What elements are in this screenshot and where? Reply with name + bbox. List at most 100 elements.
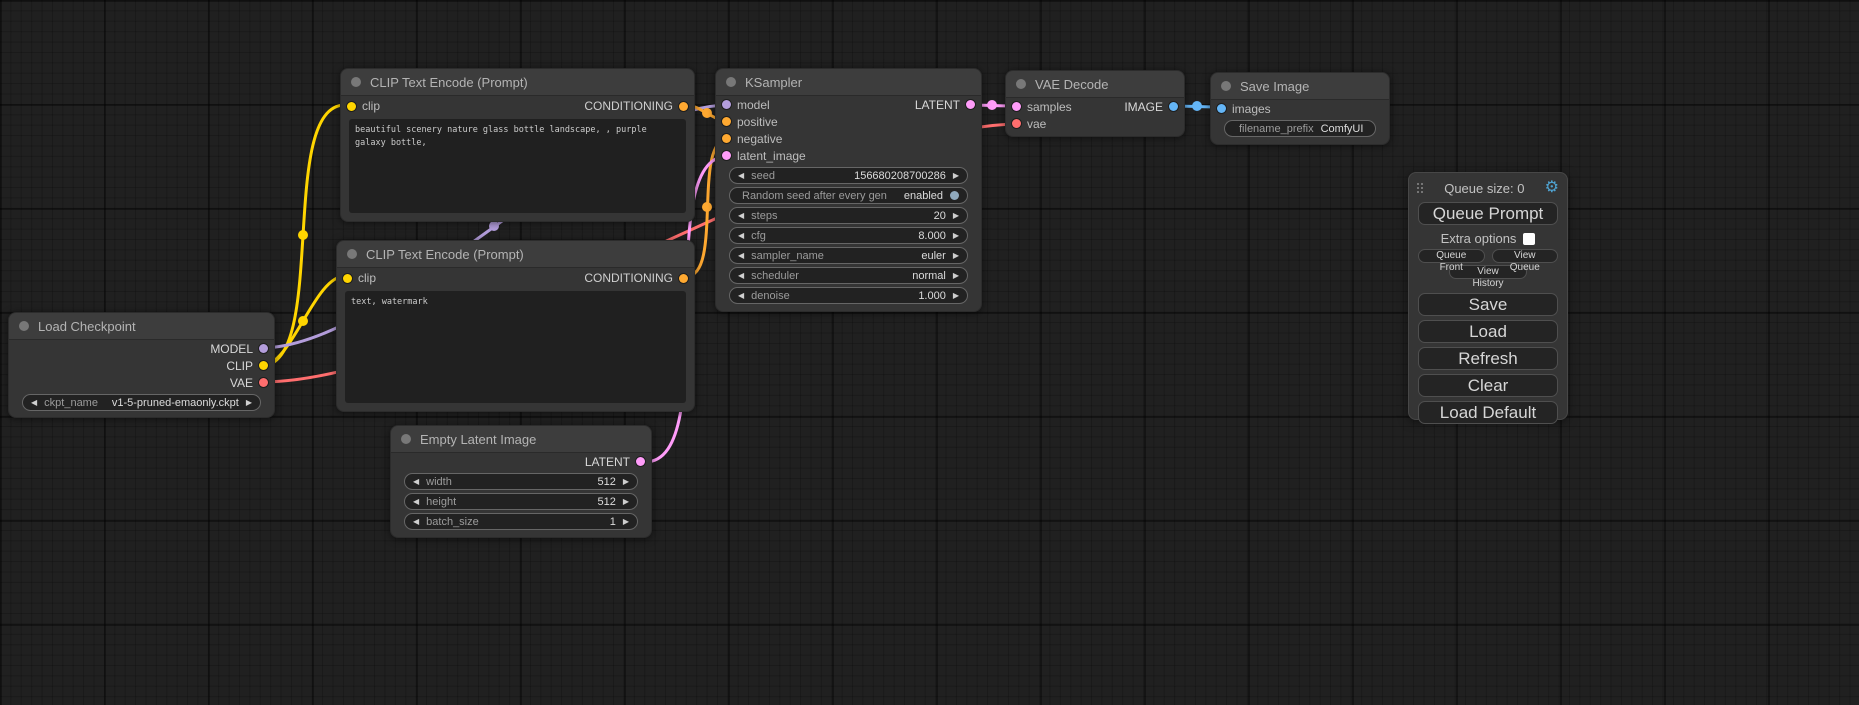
stepper-right-icon[interactable]: ▶ [623, 478, 629, 486]
height-widget[interactable]: ◀ height 512 ▶ [404, 493, 638, 510]
port-dot-model[interactable] [722, 100, 731, 109]
port-dot-clip[interactable] [259, 361, 268, 370]
node-clip-encode-positive[interactable]: CLIP Text Encode (Prompt) clip CONDITION… [340, 68, 695, 222]
seed-widget[interactable]: ◀ seed 156680208700286 ▶ [729, 167, 968, 184]
denoise-widget[interactable]: ◀ denoise 1.000 ▶ [729, 287, 968, 304]
output-latent[interactable]: LATENT [585, 455, 645, 469]
output-model[interactable]: MODEL [210, 342, 268, 356]
node-load-checkpoint[interactable]: Load Checkpoint MODEL CLIP VAE ◀ ckpt_na… [8, 312, 275, 418]
stepper-left-icon[interactable]: ◀ [738, 212, 744, 220]
input-clip[interactable]: clip [347, 99, 380, 113]
clear-button[interactable]: Clear [1418, 374, 1558, 397]
cfg-widget[interactable]: ◀ cfg 8.000 ▶ [729, 227, 968, 244]
output-vae[interactable]: VAE [230, 376, 268, 390]
prompt-textarea[interactable]: beautiful scenery nature glass bottle la… [349, 119, 686, 213]
stepper-right-icon[interactable]: ▶ [953, 252, 959, 260]
stepper-right-icon[interactable]: ▶ [953, 272, 959, 280]
extra-options-checkbox[interactable] [1523, 233, 1535, 245]
output-clip[interactable]: CLIP [226, 359, 268, 373]
stepper-left-icon[interactable]: ◀ [413, 478, 419, 486]
input-samples[interactable]: samples [1012, 100, 1072, 114]
ckpt-name-widget[interactable]: ◀ ckpt_name v1-5-pruned-emaonly.ckpt ▶ [22, 394, 261, 411]
collapse-dot-icon[interactable] [347, 249, 357, 259]
input-clip[interactable]: clip [343, 271, 376, 285]
collapse-dot-icon[interactable] [401, 434, 411, 444]
output-image[interactable]: IMAGE [1124, 100, 1178, 114]
stepper-left-icon[interactable]: ◀ [738, 172, 744, 180]
queue-front-button[interactable]: Queue Front [1418, 249, 1485, 263]
collapse-dot-icon[interactable] [1221, 81, 1231, 91]
port-dot-image[interactable] [1217, 104, 1226, 113]
node-header[interactable]: Save Image [1211, 73, 1389, 100]
stepper-right-icon[interactable]: ▶ [953, 212, 959, 220]
collapse-dot-icon[interactable] [19, 321, 29, 331]
stepper-left-icon[interactable]: ◀ [413, 518, 419, 526]
queue-prompt-button[interactable]: Queue Prompt [1418, 202, 1558, 225]
random-seed-toggle[interactable]: Random seed after every gen enabled [729, 187, 968, 204]
scheduler-widget[interactable]: ◀ scheduler normal ▶ [729, 267, 968, 284]
node-ksampler[interactable]: KSampler model LATENT positive negative … [715, 68, 982, 312]
view-queue-button[interactable]: View Queue [1492, 249, 1559, 263]
port-dot-vae[interactable] [259, 378, 268, 387]
settings-gear-icon[interactable]: ⚙ [1545, 180, 1559, 196]
load-default-button[interactable]: Load Default [1418, 401, 1558, 424]
comfy-menu-panel[interactable]: Queue size: 0 ⚙ Queue Prompt Extra optio… [1408, 172, 1568, 420]
output-conditioning[interactable]: CONDITIONING [584, 99, 688, 113]
stepper-left-icon[interactable]: ◀ [738, 232, 744, 240]
stepper-left-icon[interactable]: ◀ [738, 252, 744, 260]
port-dot-vae[interactable] [1012, 119, 1021, 128]
stepper-right-icon[interactable]: ▶ [953, 232, 959, 240]
node-vae-decode[interactable]: VAE Decode samples IMAGE vae [1005, 70, 1185, 137]
width-widget[interactable]: ◀ width 512 ▶ [404, 473, 638, 490]
node-save-image[interactable]: Save Image images filename_prefix ComfyU… [1210, 72, 1390, 145]
stepper-right-icon[interactable]: ▶ [623, 498, 629, 506]
node-header[interactable]: VAE Decode [1006, 71, 1184, 98]
port-dot-image[interactable] [1169, 102, 1178, 111]
sampler-name-widget[interactable]: ◀ sampler_name euler ▶ [729, 247, 968, 264]
port-dot-clip[interactable] [343, 274, 352, 283]
node-header[interactable]: CLIP Text Encode (Prompt) [337, 241, 694, 268]
port-dot-latent[interactable] [1012, 102, 1021, 111]
collapse-dot-icon[interactable] [351, 77, 361, 87]
port-dot-conditioning[interactable] [679, 102, 688, 111]
comfyui-canvas[interactable]: { "app": "ComfyUI node graph", "colors":… [0, 0, 1859, 705]
input-positive[interactable]: positive [722, 115, 778, 129]
node-empty-latent-image[interactable]: Empty Latent Image LATENT ◀ width 512 ▶ … [390, 425, 652, 538]
steps-widget[interactable]: ◀ steps 20 ▶ [729, 207, 968, 224]
port-dot-latent[interactable] [722, 151, 731, 160]
port-dot-conditioning[interactable] [722, 134, 731, 143]
port-dot-latent[interactable] [636, 457, 645, 466]
port-dot-latent[interactable] [966, 100, 975, 109]
input-images[interactable]: images [1217, 102, 1271, 116]
port-dot-conditioning[interactable] [679, 274, 688, 283]
input-model[interactable]: model [722, 98, 770, 112]
input-negative[interactable]: negative [722, 132, 782, 146]
input-latent-image[interactable]: latent_image [722, 149, 806, 163]
output-latent[interactable]: LATENT [915, 98, 975, 112]
filename-prefix-widget[interactable]: filename_prefix ComfyUI [1224, 120, 1376, 137]
drag-handle-icon[interactable] [1417, 183, 1424, 194]
stepper-right-icon[interactable]: ▶ [953, 172, 959, 180]
batch-size-widget[interactable]: ◀ batch_size 1 ▶ [404, 513, 638, 530]
save-button[interactable]: Save [1418, 293, 1558, 316]
refresh-button[interactable]: Refresh [1418, 347, 1558, 370]
stepper-right-icon[interactable]: ▶ [246, 399, 252, 407]
load-button[interactable]: Load [1418, 320, 1558, 343]
toggle-dot-icon[interactable] [950, 191, 959, 200]
stepper-left-icon[interactable]: ◀ [413, 498, 419, 506]
collapse-dot-icon[interactable] [726, 77, 736, 87]
collapse-dot-icon[interactable] [1016, 79, 1026, 89]
node-clip-encode-negative[interactable]: CLIP Text Encode (Prompt) clip CONDITION… [336, 240, 695, 412]
node-header[interactable]: Empty Latent Image [391, 426, 651, 453]
input-vae[interactable]: vae [1012, 117, 1046, 131]
port-dot-clip[interactable] [347, 102, 356, 111]
port-dot-model[interactable] [259, 344, 268, 353]
stepper-left-icon[interactable]: ◀ [31, 399, 37, 407]
stepper-left-icon[interactable]: ◀ [738, 292, 744, 300]
node-header[interactable]: CLIP Text Encode (Prompt) [341, 69, 694, 96]
stepper-left-icon[interactable]: ◀ [738, 272, 744, 280]
port-dot-conditioning[interactable] [722, 117, 731, 126]
prompt-textarea[interactable]: text, watermark [345, 291, 686, 403]
stepper-right-icon[interactable]: ▶ [953, 292, 959, 300]
node-header[interactable]: KSampler [716, 69, 981, 96]
